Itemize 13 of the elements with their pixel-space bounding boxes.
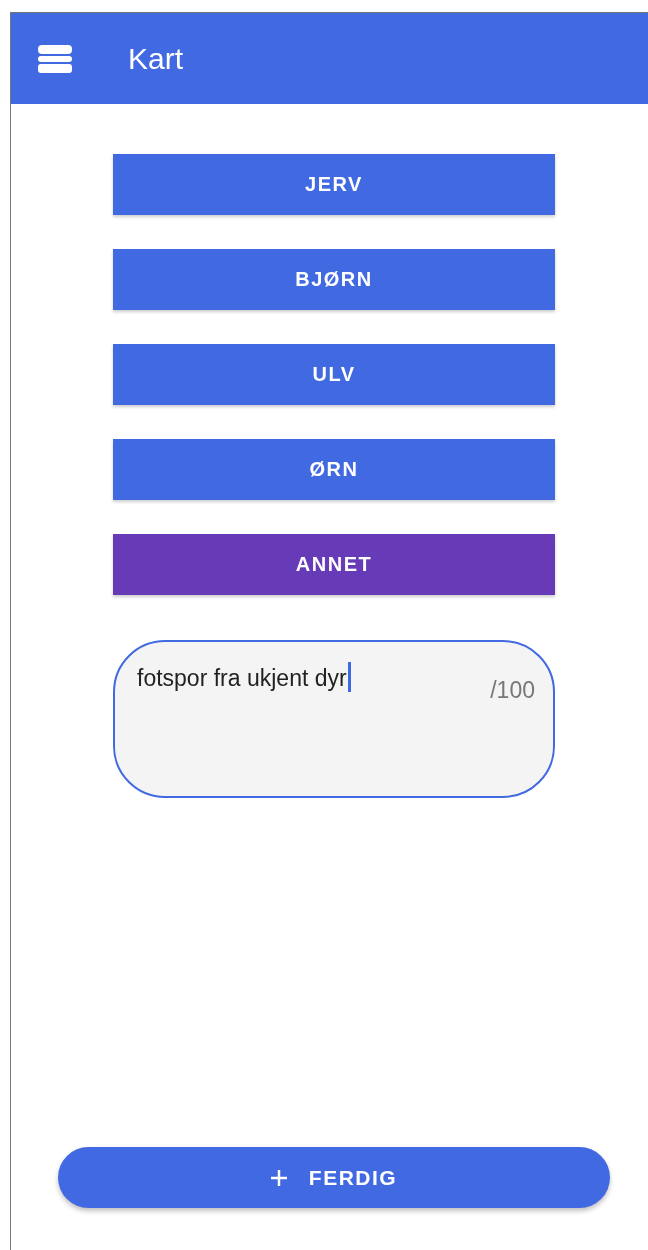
- field-value: fotspor fra ukjent dyr: [137, 664, 347, 693]
- category-button[interactable]: ANNET: [113, 534, 555, 595]
- menu-icon[interactable]: [38, 44, 72, 73]
- category-button[interactable]: BJØRN: [113, 249, 555, 310]
- category-button[interactable]: ØRN: [113, 439, 555, 500]
- description-field[interactable]: fotspor fra ukjent dyr /100: [113, 640, 555, 798]
- text-cursor: [347, 662, 351, 692]
- category-button[interactable]: JERV: [113, 154, 555, 215]
- category-button[interactable]: ULV: [113, 344, 555, 405]
- character-counter: /100: [490, 677, 535, 704]
- app-title: Kart: [128, 41, 184, 76]
- done-button[interactable]: FERDIG: [58, 1147, 610, 1208]
- plus-icon: [270, 1169, 287, 1186]
